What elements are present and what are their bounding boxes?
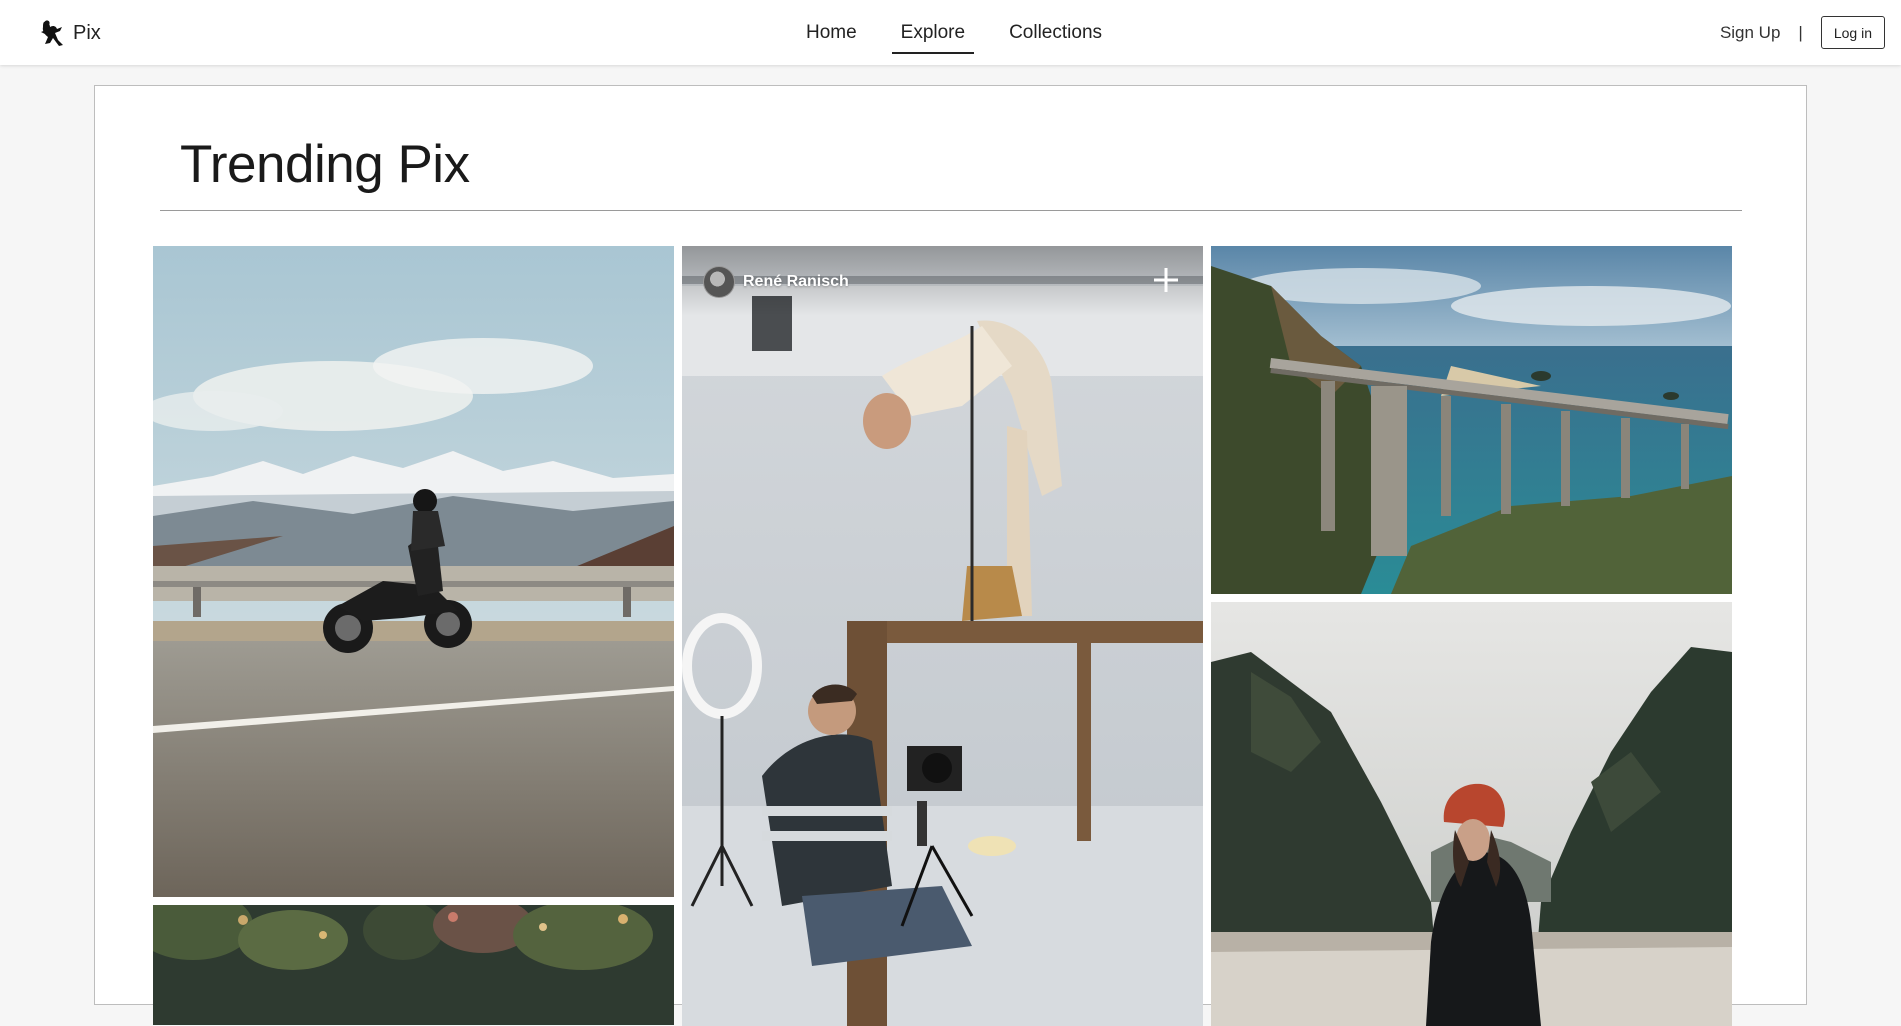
auth-actions: Sign Up | Log in [1720, 16, 1885, 49]
main-navigation: Home Explore Collections [0, 0, 1901, 65]
plus-icon [1154, 268, 1178, 292]
nav-collections-link[interactable]: Collections [1000, 0, 1111, 65]
photo-tile[interactable] [153, 246, 674, 897]
add-to-collection-button[interactable] [1151, 265, 1181, 295]
photo-tile[interactable] [1211, 602, 1732, 1026]
nav-home-link[interactable]: Home [797, 0, 866, 65]
motorcycle-mountain-road-image [153, 246, 674, 897]
photo-tile[interactable] [153, 905, 674, 1025]
brand-name: Pix [73, 21, 101, 44]
photo-tile[interactable]: René Ranisch [682, 246, 1203, 1026]
sign-up-link[interactable]: Sign Up [1720, 23, 1780, 43]
log-in-button[interactable]: Log in [1820, 16, 1885, 49]
page-title: Trending Pix [180, 135, 470, 194]
auth-separator: | [1798, 22, 1803, 42]
trending-content-card: Trending Pix René Ranisch [94, 85, 1807, 1026]
author-name: René Ranisch [743, 273, 849, 290]
author-avatar [703, 266, 735, 298]
top-navigation-bar: Pix Home Explore Collections Sign Up | L… [0, 0, 1901, 65]
coastal-bridge-image [1211, 246, 1732, 594]
title-divider [160, 210, 1742, 211]
brand-home-link[interactable]: Pix [38, 18, 101, 48]
photo-studio-shoot-image [682, 246, 1203, 1026]
garden-foliage-image [153, 905, 674, 1025]
nav-explore-link[interactable]: Explore [891, 0, 975, 65]
woman-in-valley-image [1211, 602, 1732, 1026]
photo-author[interactable]: René Ranisch [703, 266, 849, 298]
leaping-figure-logo-icon [38, 18, 68, 48]
photo-tile[interactable] [1211, 246, 1732, 594]
main-navigation-links: Home Explore Collections [784, 0, 1124, 65]
